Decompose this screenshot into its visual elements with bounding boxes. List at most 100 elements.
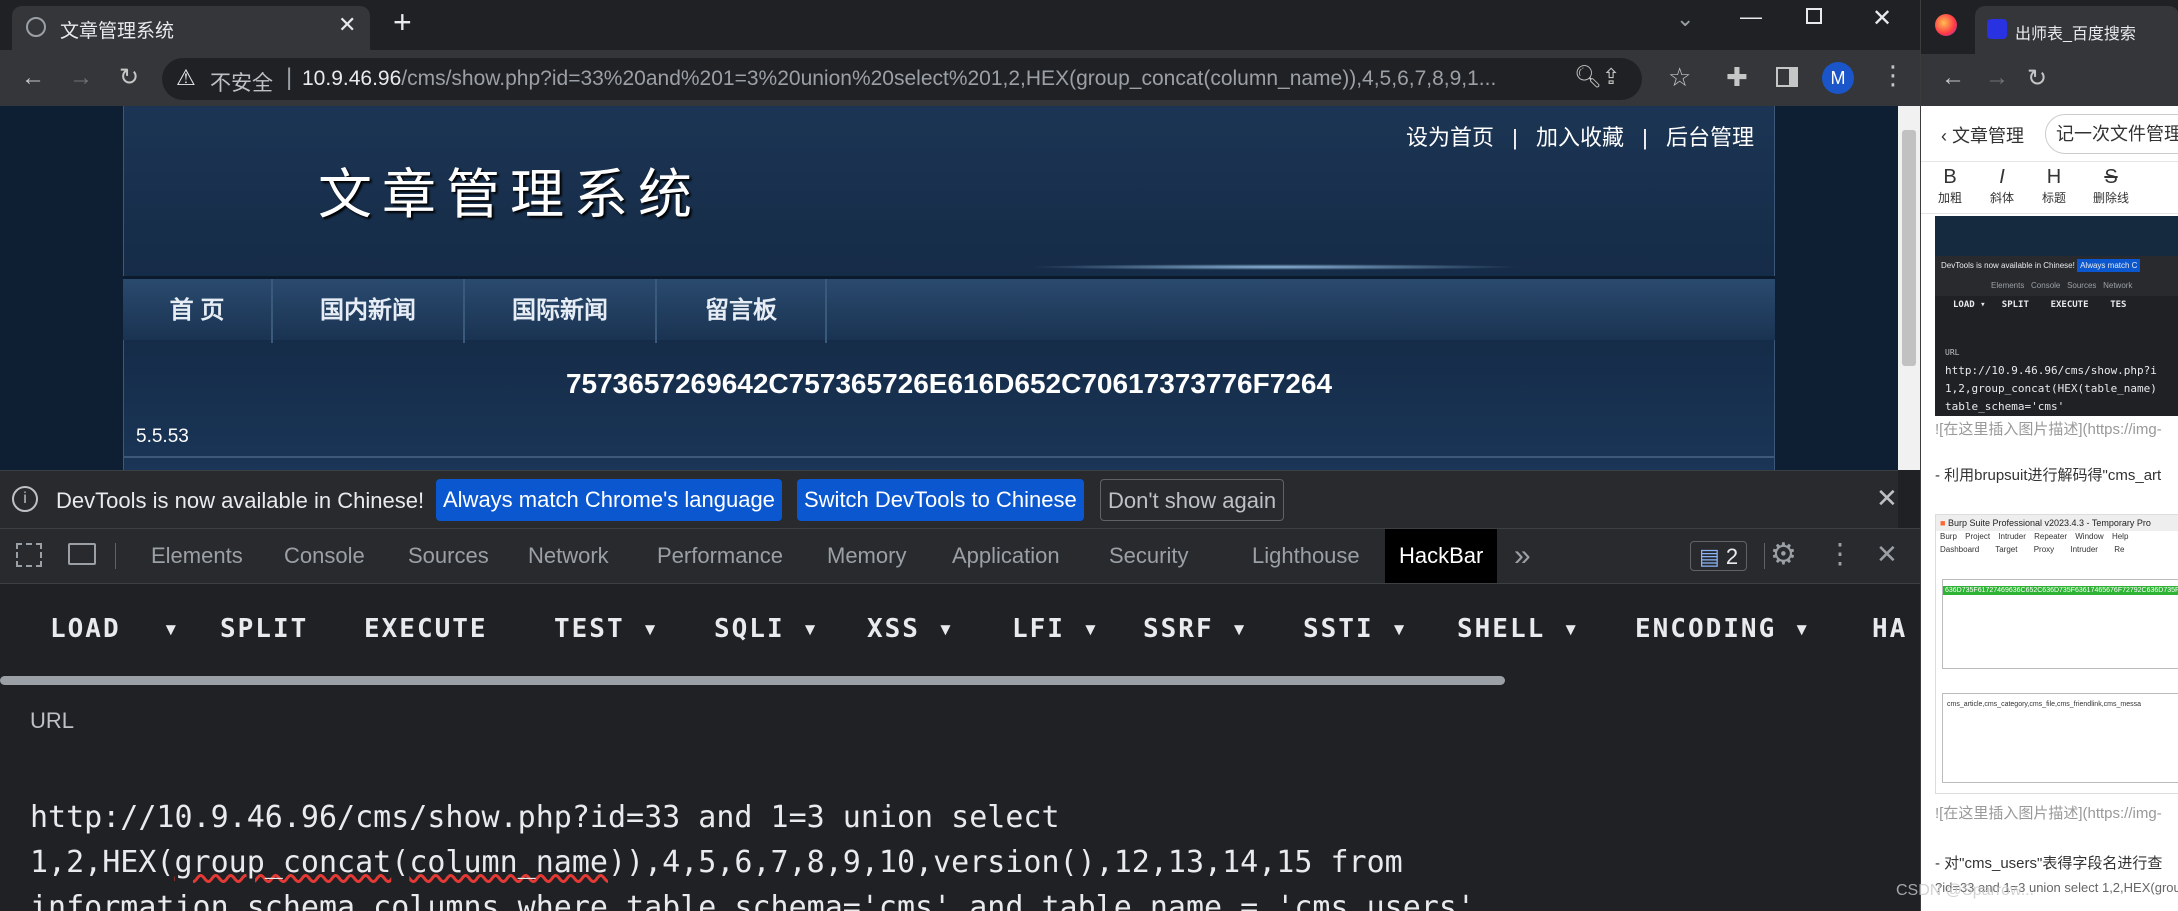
tab-memory[interactable]: Memory: [827, 529, 906, 583]
close-tab-icon[interactable]: ✕: [338, 12, 356, 38]
editor-toolbar: B 加粗 I 斜体 H 标题 S 删除线: [1921, 162, 2178, 214]
right-reload-icon[interactable]: ↻: [2027, 64, 2047, 93]
address-bar[interactable]: ⚠ 不安全 | 10.9.46.96/cms/show.php?id=33%20…: [162, 58, 1642, 100]
close-devtools-icon[interactable]: ✕: [1876, 539, 1898, 570]
hackbar-execute-button[interactable]: EXECUTE: [364, 584, 488, 674]
thumb-url: URL http://10.9.46.96/cms/show.php?i 1,2…: [1945, 344, 2178, 416]
tab-sources[interactable]: Sources: [408, 529, 489, 583]
doc-title-input[interactable]: 记一次文件管理: [2045, 114, 2178, 154]
hackbar-scroll-thumb[interactable]: [0, 676, 1505, 685]
url-l3a: information_schema: [30, 890, 356, 911]
tab-lighthouse[interactable]: Lighthouse: [1252, 529, 1360, 583]
nav-domestic-news[interactable]: 国内新闻: [273, 279, 465, 343]
burp-menu-item: Burp: [1940, 532, 1957, 541]
tab-strip: 文章管理系统 ✕ + ⌄ — ✕: [0, 0, 1920, 50]
thumb-pill: Always match C: [2077, 259, 2141, 272]
admin-link[interactable]: 后台管理: [1666, 125, 1754, 150]
hackbar-encoding-menu[interactable]: ENCODING ▾: [1635, 584, 1812, 674]
info-text: DevTools is now available in Chinese!: [56, 488, 425, 513]
close-window-icon[interactable]: ✕: [1872, 4, 1892, 33]
hackbar-url-area: URL http://10.9.46.96/cms/show.php?id=33…: [0, 688, 1920, 911]
nav-guestbook[interactable]: 留言板: [657, 279, 827, 343]
set-homepage-link[interactable]: 设为首页: [1406, 125, 1494, 150]
inspect-element-icon[interactable]: [16, 543, 42, 567]
new-tab-button[interactable]: +: [393, 4, 412, 41]
more-tabs-icon[interactable]: »: [1514, 529, 1531, 583]
issues-badge[interactable]: ▤ 2: [1690, 541, 1748, 571]
chrome-menu-icon[interactable]: ⋮: [1880, 60, 1906, 91]
tab-elements[interactable]: Elements: [151, 529, 243, 583]
restore-icon[interactable]: [1806, 8, 1822, 24]
extensions-icon[interactable]: ✚: [1726, 62, 1748, 93]
scroll-thumb[interactable]: [1902, 130, 1916, 366]
hackbar-scroll-track[interactable]: [0, 674, 1898, 686]
always-match-button[interactable]: Always match Chrome's language: [436, 479, 782, 521]
burp-logo-icon: ■: [1940, 518, 1946, 528]
hackbar-split-button[interactable]: SPLIT: [220, 584, 308, 674]
right-tab[interactable]: 出师表_百度搜索: [1975, 6, 2178, 54]
thumb-infobar: DevTools is now available in Chinese! Al…: [1935, 256, 2178, 276]
issues-count: 2: [1725, 544, 1739, 569]
hackbar-ssti-menu[interactable]: SSTI ▾: [1303, 584, 1409, 674]
forward-icon[interactable]: →: [60, 57, 102, 99]
devtools-tab-bar: Elements Console Sources Network Perform…: [0, 528, 1920, 584]
address-divider: |: [286, 64, 293, 91]
burp-menu-item: Intruder: [1998, 532, 2026, 541]
thumb-url-1: http://10.9.46.96/cms/show.php?i: [1945, 364, 2157, 377]
tab-application[interactable]: Application: [952, 529, 1060, 583]
tab-network[interactable]: Network: [528, 529, 609, 583]
tab-security[interactable]: Security: [1109, 529, 1188, 583]
hackbar-load-button[interactable]: LOAD: [50, 584, 121, 674]
share-icon[interactable]: ⇪: [1602, 64, 1620, 90]
nav-home[interactable]: 首 页: [123, 279, 273, 343]
switch-to-chinese-button[interactable]: Switch DevTools to Chinese: [797, 479, 1084, 521]
editor-back-link[interactable]: ‹ 文章管理: [1941, 122, 2024, 148]
tab-active[interactable]: 文章管理系统 ✕: [12, 6, 370, 50]
tab-hackbar[interactable]: HackBar: [1385, 529, 1498, 583]
url-l3d: =': [842, 890, 879, 911]
nav-world-news[interactable]: 国际新闻: [465, 279, 657, 343]
dont-show-again-button[interactable]: Don't show again: [1100, 479, 1285, 521]
editor-back-label: 文章管理: [1952, 126, 2024, 146]
back-icon[interactable]: ←: [12, 57, 54, 99]
hackbar-hashing-menu[interactable]: HA: [1872, 584, 1907, 674]
hackbar-sqli-menu[interactable]: SQLI ▾: [714, 584, 820, 674]
side-panel-icon[interactable]: [1776, 67, 1798, 87]
right-back-icon[interactable]: ←: [1941, 64, 1965, 92]
bold-tool[interactable]: B 加粗: [1935, 166, 1965, 206]
italic-tool[interactable]: I 斜体: [1987, 166, 2017, 206]
thumb-tab: Elements: [1991, 281, 2025, 290]
reload-icon[interactable]: ↻: [108, 57, 150, 99]
baidu-icon: [1987, 19, 2007, 39]
tab-search-icon[interactable]: ⌄: [1676, 6, 1694, 32]
close-infobar-icon[interactable]: ✕: [1876, 483, 1898, 514]
url-textarea[interactable]: http://10.9.46.96/cms/show.php?id=33 and…: [30, 750, 1890, 911]
hackbar-lfi-menu[interactable]: LFI ▾: [1012, 584, 1100, 674]
tab-console[interactable]: Console: [284, 529, 365, 583]
add-favorite-link[interactable]: 加入收藏: [1536, 125, 1624, 150]
tab-performance[interactable]: Performance: [657, 529, 783, 583]
url-l3j: ': [1456, 890, 1475, 911]
hackbar-load-dropdown-icon[interactable]: ▾: [163, 584, 181, 674]
heading-tool[interactable]: H 标题: [2039, 166, 2069, 206]
strike-tool[interactable]: S 删除线: [2091, 166, 2131, 206]
url-l3h: = ': [1222, 890, 1295, 911]
hackbar-xss-menu[interactable]: XSS ▾: [867, 584, 955, 674]
thumb-tab: Sources: [2067, 281, 2097, 290]
thumb-url-label: URL: [1945, 348, 1960, 357]
profile-avatar[interactable]: M: [1822, 62, 1854, 94]
device-toolbar-icon[interactable]: [68, 543, 96, 565]
hackbar-shell-menu[interactable]: SHELL ▾: [1457, 584, 1581, 674]
right-forward-icon[interactable]: →: [1985, 64, 2009, 92]
hackbar-ssrf-menu[interactable]: SSRF ▾: [1143, 584, 1249, 674]
bookmark-star-icon[interactable]: ☆: [1668, 62, 1691, 93]
burp-titlebar: ■ Burp Suite Professional v2023.4.3 - Te…: [1936, 515, 2178, 531]
italic-label: 斜体: [1989, 191, 2014, 205]
minimize-icon[interactable]: —: [1740, 4, 1762, 30]
hackbar-test-menu[interactable]: TEST ▾: [554, 584, 660, 674]
settings-icon[interactable]: ⚙: [1770, 537, 1797, 572]
zoom-icon[interactable]: 🔍︎: [1574, 64, 1602, 90]
devtools-menu-icon[interactable]: ⋮: [1826, 537, 1854, 570]
url-l2a: 1,2,HEX(: [30, 845, 175, 880]
page-scrollbar[interactable]: [1898, 106, 1920, 470]
